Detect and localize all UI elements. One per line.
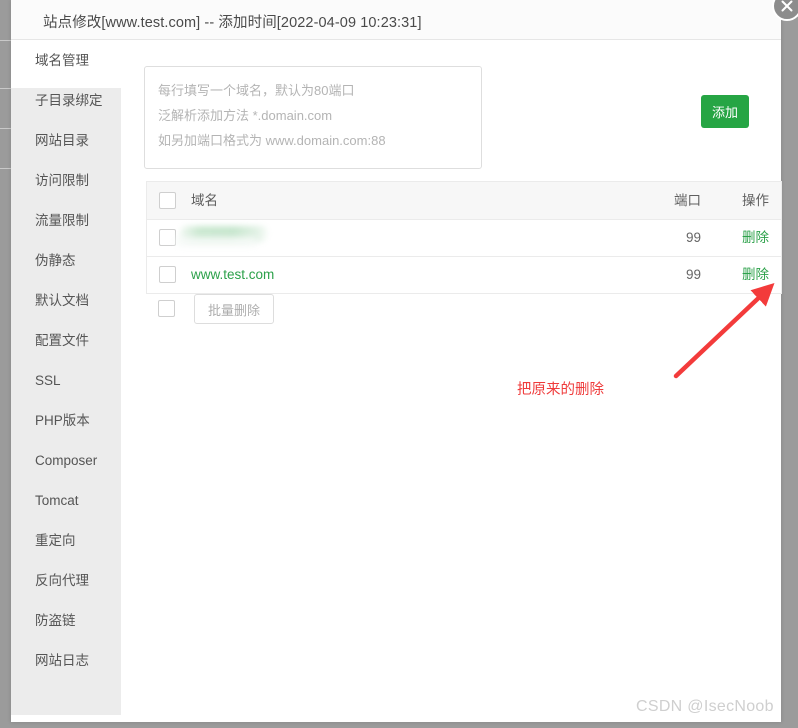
- sidebar-item-7[interactable]: 默认文档: [11, 281, 121, 321]
- sidebar-item-label: 域名管理: [35, 53, 89, 68]
- sidebar-item-label: 配置文件: [35, 333, 89, 348]
- sidebar-item-label: 网站目录: [35, 133, 89, 148]
- row-select-checkbox[interactable]: [159, 229, 176, 246]
- sidebar-item-label: 重定向: [35, 533, 76, 548]
- sidebar-item-2[interactable]: 子目录绑定: [11, 81, 121, 121]
- sidebar-item-5[interactable]: 流量限制: [11, 201, 121, 241]
- site-edit-modal: 站点修改[www.test.com] -- 添加时间[2022-04-09 10…: [11, 0, 798, 722]
- sidebar-item-11[interactable]: Composer: [11, 441, 121, 481]
- redacted-domain-blur: [175, 237, 257, 246]
- domain-port-value: 99: [685, 230, 701, 245]
- delete-domain-link[interactable]: 删除: [742, 257, 769, 293]
- domain-port-value: 99: [685, 267, 701, 282]
- sidebar-item-label: 反向代理: [35, 573, 89, 588]
- sidebar-item-4[interactable]: 访问限制: [11, 161, 121, 201]
- select-all-checkbox[interactable]: [159, 192, 176, 209]
- sidebar-item-label: 伪静态: [35, 253, 76, 268]
- batch-select-checkbox[interactable]: [158, 300, 175, 317]
- csdn-watermark: CSDN @IsecNoob: [636, 698, 774, 715]
- sidebar-item-label: 网站日志: [35, 653, 89, 668]
- sidebar-item-6[interactable]: 伪静态: [11, 241, 121, 281]
- column-header-domain: 域名: [191, 193, 218, 208]
- delete-domain-link[interactable]: 删除: [742, 220, 769, 256]
- sidebar-item-label: SSL: [35, 373, 61, 388]
- row-select-checkbox[interactable]: [159, 266, 176, 283]
- modal-header: 站点修改[www.test.com] -- 添加时间[2022-04-09 10…: [11, 0, 781, 40]
- sidebar-item-label: 子目录绑定: [35, 93, 103, 108]
- sidebar: 域名管理子目录绑定网站目录访问限制流量限制伪静态默认文档配置文件 SSL PHP版本…: [11, 41, 121, 715]
- sidebar-item-label: 默认文档: [35, 293, 89, 308]
- sidebar-item-label: Composer: [35, 453, 98, 468]
- batch-action-row: 批量删除: [146, 294, 546, 324]
- sidebar-item-9[interactable]: SSL: [11, 361, 121, 401]
- table-body: 99 删除 www.test.com 99 删除: [147, 220, 781, 294]
- sidebar-item-label: PHP版本: [35, 413, 90, 428]
- domain-table: 域名 端口 操作 99 删除 www.test.com 99 删除: [146, 181, 782, 294]
- content-panel: 每行填写一个域名，默认为80端口 泛解析添加方法 *.domain.com 如另…: [121, 41, 782, 722]
- batch-delete-button[interactable]: 批量删除: [194, 294, 275, 324]
- sidebar-item-8[interactable]: 配置文件: [11, 321, 121, 361]
- sidebar-item-label: 流量限制: [35, 213, 89, 228]
- page-backdrop-left: [0, 0, 11, 728]
- screenshot-root: 站点修改[www.test.com] -- 添加时间[2022-04-09 10…: [0, 0, 798, 728]
- sidebar-item-15[interactable]: 防盗链: [11, 601, 121, 641]
- modal-title: 站点修改[www.test.com] -- 添加时间[2022-04-09 10…: [43, 15, 422, 31]
- column-header-action: 操作: [742, 193, 769, 208]
- table-header-row: 域名 端口 操作: [147, 182, 781, 220]
- add-domain-button[interactable]: 添加: [701, 95, 749, 128]
- table-row: 99 删除: [147, 220, 781, 257]
- sidebar-item-13[interactable]: 重定向: [11, 521, 121, 561]
- sidebar-item-label: 防盗链: [35, 613, 76, 628]
- page-backdrop-right: [781, 0, 798, 728]
- sidebar-item-10[interactable]: PHP版本: [11, 401, 121, 441]
- domain-name-link[interactable]: www.test.com: [191, 257, 274, 293]
- table-row: www.test.com 99 删除: [147, 257, 781, 294]
- sidebar-item-label: 访问限制: [35, 173, 89, 188]
- sidebar-item-14[interactable]: 反向代理: [11, 561, 121, 601]
- page-backdrop-bottom: [0, 722, 798, 728]
- sidebar-item-label: Tomcat: [35, 493, 79, 508]
- sidebar-item-1[interactable]: 域名管理: [11, 41, 121, 81]
- sidebar-item-16[interactable]: 网站日志: [11, 641, 121, 681]
- sidebar-nav-list: 域名管理子目录绑定网站目录访问限制流量限制伪静态默认文档配置文件 SSL PHP版本…: [11, 41, 121, 681]
- annotation-label: 把原来的删除: [517, 382, 604, 398]
- column-header-port: 端口: [674, 193, 701, 208]
- domain-input-textarea[interactable]: [144, 66, 482, 169]
- sidebar-item-3[interactable]: 网站目录: [11, 121, 121, 161]
- sidebar-item-12[interactable]: Tomcat: [11, 481, 121, 521]
